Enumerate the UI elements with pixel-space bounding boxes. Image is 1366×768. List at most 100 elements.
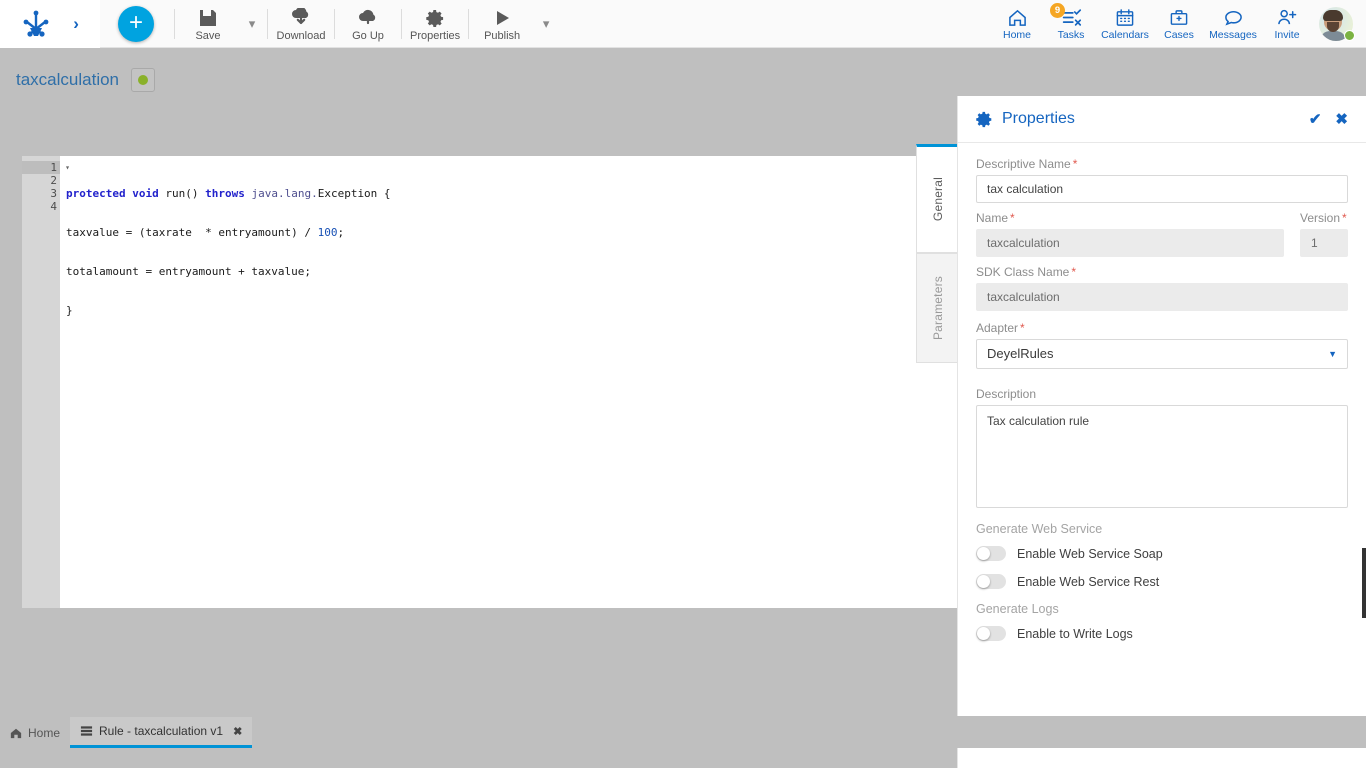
taskbar: Home Rule - taxcalculation v1 ✖ [0,716,1366,748]
properties-gear-icon [425,6,445,28]
page-body: taxcalculation 1 ▾ 2 3 4 protected void r… [0,48,1366,768]
required-marker: * [1020,321,1025,335]
gear-icon [976,111,993,128]
properties-panel: Properties ✔ ✖ Descriptive Name * tax cal… [957,96,1366,768]
code-line: totalamount = entryamount + taxvalue; [66,265,312,278]
taskbar-item-label: Home [28,726,61,740]
section-generate-web-service-title: Generate Web Service [976,522,1103,536]
calendars-icon [1115,6,1135,28]
taskbar-item-home[interactable]: Home [0,718,70,748]
toggle-enable-web-service-rest[interactable]: Enable Web Service Rest [976,574,1348,589]
required-marker: * [1342,211,1347,225]
toggle-label: Enable Web Service Rest [1017,574,1160,589]
properties-title: Properties [1002,110,1075,127]
go-up-button[interactable]: Go Up [337,0,399,48]
code-line: taxvalue = (taxrate * entryamount) / 100… [66,226,345,239]
avatar-beard [1327,21,1339,32]
save-label: Save [195,30,221,42]
required-marker: * [1010,211,1015,225]
close-icon[interactable]: ✖ [233,725,242,738]
nav-cases[interactable]: Cases [1152,0,1206,48]
taskbar-item-rule[interactable]: Rule - taxcalculation v1 ✖ [70,717,253,748]
code-line: protected void run() throws java.lang.Ex… [66,187,391,200]
toggle-switch-icon[interactable] [976,626,1006,641]
deyel-logo[interactable] [21,9,51,39]
invite-user-icon [1276,6,1298,28]
descriptive-name-input[interactable]: tax calculation [976,175,1348,203]
toggle-enable-web-service-soap[interactable]: Enable Web Service Soap [976,546,1348,561]
add-new-button[interactable]: + [118,5,154,42]
tab-general[interactable]: General [916,144,958,253]
toggle-label: Enable to Write Logs [1017,626,1133,641]
field-name: Name * taxcalculation [976,211,1284,257]
tab-parameters[interactable]: Parameters [916,253,958,363]
nav-messages-label: Messages [1209,29,1257,41]
toolbar-divider [267,9,268,39]
version-input: 1 [1300,229,1348,257]
save-dropdown-chevron-down-icon[interactable]: ▾ [239,0,265,48]
nav-cases-label: Cases [1164,29,1194,41]
avatar[interactable] [1314,0,1358,48]
editor-code-area[interactable]: protected void run() throws java.lang.Ex… [60,156,957,608]
go-up-icon [357,6,379,28]
description-textarea[interactable]: Tax calculation rule [976,405,1348,508]
line-number: 2 [50,174,57,187]
add-button-zone: + [100,0,172,47]
name-input: taxcalculation [976,229,1284,257]
publish-dropdown-chevron-down-icon[interactable]: ▾ [533,0,559,48]
editor-gutter: 1 ▾ 2 3 4 [22,156,70,608]
download-button[interactable]: Download [270,0,332,48]
required-marker: * [1071,265,1077,279]
properties-header: Properties ✔ ✖ [958,96,1366,143]
toolbar-divider [401,9,402,39]
avatar-body [1320,30,1346,41]
toggle-switch-icon[interactable] [976,546,1006,561]
publish-button[interactable]: Publish [471,0,533,48]
adapter-select[interactable]: DeyelRules ▼ [976,339,1348,369]
tab-general-label: General [930,177,945,222]
publish-play-icon [492,6,512,28]
page-scrollbar[interactable] [1359,96,1366,768]
required-marker: * [1072,157,1078,171]
toolbar-divider [468,9,470,39]
save-button[interactable]: Save [177,0,239,48]
nav-invite[interactable]: Invite [1260,0,1314,48]
nav-messages[interactable]: Messages [1206,0,1260,48]
toggle-switch-icon[interactable] [976,574,1006,589]
sidebar-expand-icon[interactable]: › [73,14,79,34]
field-descriptive-name: Descriptive Name * tax calculation [976,157,1348,203]
scrollbar-thumb[interactable] [1362,548,1366,618]
close-icon[interactable]: ✖ [1335,110,1348,128]
nav-calendars[interactable]: Calendars [1098,0,1152,48]
field-description: Description Tax calculation rule [976,387,1348,508]
descriptive-name-label: Descriptive Name * [976,157,1078,171]
sdk-class-name-label: SDK Class Name * [976,265,1077,279]
toolbar-divider [174,9,175,39]
publish-label: Publish [484,30,521,42]
go-up-label: Go Up [352,30,384,42]
nav-home-label: Home [1002,29,1031,41]
nav-tasks[interactable]: 9 Tasks [1044,0,1098,48]
description-label: Description [976,387,1037,401]
toggle-enable-write-logs[interactable]: Enable to Write Logs [976,626,1348,641]
name-version-row: Name * taxcalculation Version * 1 [976,211,1348,265]
confirm-check-icon[interactable]: ✔ [1309,110,1322,128]
download-label: Download [276,30,326,42]
fold-chevron-down-icon[interactable]: ▾ [65,161,70,174]
nav-home[interactable]: Home [990,0,1044,48]
cases-briefcase-icon [1169,6,1189,28]
properties-form: Descriptive Name * tax calculation Name * … [958,143,1366,768]
nav-calendars-label: Calendars [1101,29,1149,41]
status-badge[interactable] [131,68,156,92]
code-line: } [66,304,73,317]
toolbar-divider [334,9,335,39]
global-nav: Home 9 Tasks Calendars Cases Messages In… [990,0,1366,47]
adapter-label: Adapter * [976,321,1025,335]
tab-parameters-label: Parameters [930,275,945,341]
code-editor[interactable]: 1 ▾ 2 3 4 protected void run() throws jav… [22,156,957,608]
line-number: 3 [50,187,57,200]
nav-tasks-label: Tasks [1057,29,1085,41]
properties-button[interactable]: Properties [404,0,466,48]
top-toolbar: › + Save ▾ Download Go Up Properties Pub… [0,0,1366,48]
properties-header-actions: ✔ ✖ [1309,110,1348,128]
